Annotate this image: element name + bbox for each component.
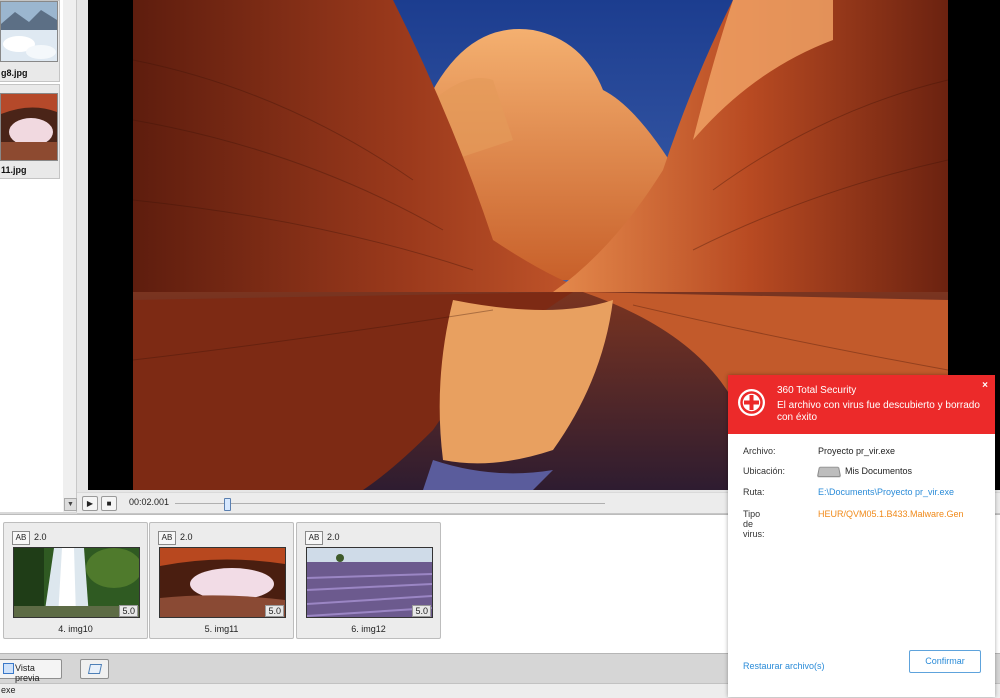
preview-button[interactable]: Vista previa (0, 659, 62, 683)
stop-button[interactable]: ■ (101, 496, 117, 511)
notification-title: 360 Total Security (777, 385, 857, 396)
path-link[interactable]: E:\Documents\Proyecto pr_vir.exe (818, 487, 954, 497)
play-button[interactable]: ▶ (82, 496, 98, 511)
timecode: 00:02.001 (129, 497, 170, 507)
seek-track[interactable] (175, 503, 605, 504)
detail-label: Ruta: (743, 487, 765, 497)
detail-label: Ubicación: (743, 466, 786, 476)
seek-slider-handle[interactable] (223, 498, 231, 511)
storyboard-clip[interactable]: AB 2.0 5.0 6. img12 (296, 522, 441, 639)
notification-message: El archivo con virus fue descubierto y b… (777, 400, 980, 423)
thumbnail-item[interactable]: g8.jpg (0, 0, 60, 82)
transition-button[interactable]: AB (12, 531, 30, 545)
antivirus-notification: 360 Total Security El archivo con virus … (728, 375, 995, 697)
toolbar-button[interactable] (80, 659, 109, 679)
detail-value-wrapper: Mis Documentos (816, 466, 913, 478)
thumbnail-filename: 11.jpg (1, 165, 27, 175)
thumbnail-item[interactable]: 11.jpg (0, 84, 60, 179)
thumbnail-scrollbar[interactable]: ▼ (63, 0, 77, 512)
status-text: exe (1, 685, 16, 695)
stop-icon: ■ (106, 499, 112, 508)
detail-label: Archivo: (743, 446, 776, 456)
virus-type-value: HEUR/QVM05.1.B433.Malware.Gen (818, 509, 964, 519)
clip-duration: 5.0 (412, 605, 431, 617)
frame-icon (87, 664, 103, 674)
drive-icon (816, 466, 842, 478)
clip-duration: 5.0 (119, 605, 138, 617)
preview-button-label: Vista previa (15, 663, 40, 683)
storyboard-clip[interactable]: AB 2.0 5.0 5. img11 (149, 522, 294, 639)
detail-label: Tipo de virus: (743, 509, 765, 539)
confirm-button[interactable]: Confirmar (909, 650, 981, 673)
restore-files-link[interactable]: Restaurar archivo(s) (743, 661, 825, 671)
clip-name: 5. img11 (204, 624, 239, 634)
clip-name: 4. img10 (58, 624, 93, 634)
transition-button[interactable]: AB (305, 531, 323, 545)
thumbnail-panel: g8.jpg 11.jpg (0, 0, 64, 512)
scroll-down-icon[interactable]: ▼ (64, 498, 77, 511)
transition-duration: 2.0 (34, 532, 47, 542)
detail-value: Proyecto pr_vir.exe (818, 446, 896, 456)
close-icon[interactable]: × (982, 380, 988, 391)
storyboard-clip[interactable]: AB 2.0 5.0 4. img10 (3, 522, 148, 639)
detail-value: Mis Documentos (845, 466, 913, 476)
thumbnail-image (0, 93, 58, 161)
preview-icon (3, 663, 14, 674)
transition-duration: 2.0 (327, 532, 340, 542)
transition-duration: 2.0 (180, 532, 193, 542)
play-icon: ▶ (86, 499, 94, 508)
thumbnail-filename: g8.jpg (1, 68, 28, 78)
clip-duration: 5.0 (265, 605, 284, 617)
thumbnail-image (0, 1, 58, 62)
360-logo-icon (738, 389, 765, 416)
clip-name: 6. img12 (351, 624, 386, 634)
notification-header: 360 Total Security El archivo con virus … (728, 375, 995, 434)
transition-button[interactable]: AB (158, 531, 176, 545)
